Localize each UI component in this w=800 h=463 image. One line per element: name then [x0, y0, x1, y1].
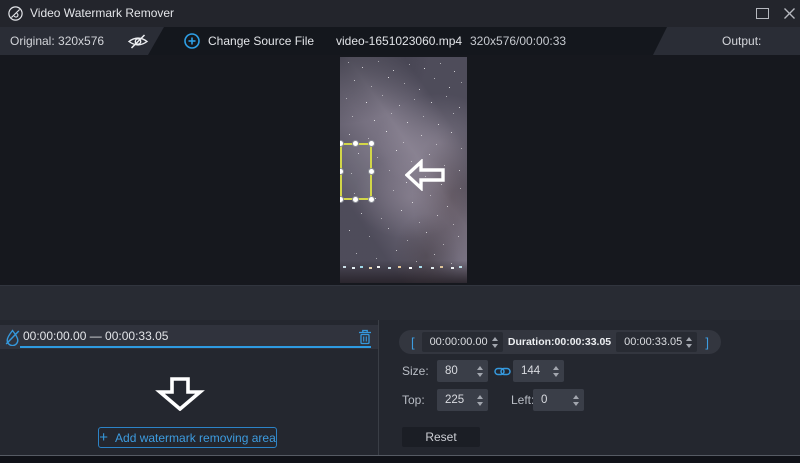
top-spinner[interactable]: 225 [437, 389, 488, 411]
duration-label: Duration:00:00:33.05 [508, 336, 611, 348]
selection-handle-top-left[interactable] [340, 140, 344, 147]
transport-bar: ▷ □ [▷] [□] 00:00:01.16/00:00:33.05 [0, 285, 800, 320]
watermark-selection-box[interactable] [340, 143, 372, 200]
reset-button[interactable]: Reset [402, 427, 480, 447]
height-value: 144 [513, 365, 540, 377]
end-time-decrement[interactable] [686, 344, 692, 348]
plus-circle-icon [184, 33, 200, 49]
left-spinner[interactable]: 0 [533, 389, 584, 411]
width-increment[interactable] [477, 366, 483, 370]
app-logo-icon [8, 6, 23, 21]
watermark-row-underline [20, 346, 371, 348]
top-value: 225 [437, 394, 464, 406]
add-watermark-area-label: Add watermark removing area [115, 431, 276, 445]
close-icon[interactable] [783, 7, 796, 20]
selection-handle-bottom-left[interactable] [340, 196, 344, 203]
delete-icon[interactable] [358, 329, 372, 345]
original-resolution-label: Original: 320x576 [10, 27, 104, 55]
change-source-file-label: Change Source File [208, 34, 314, 48]
bracket-close-button[interactable]: ] [703, 335, 711, 350]
add-watermark-area-button[interactable]: + Add watermark removing area [98, 427, 277, 448]
left-value: 0 [533, 394, 547, 406]
maximize-icon[interactable] [756, 8, 769, 19]
left-arrow-annotation [405, 159, 445, 191]
bracket-open-button[interactable]: [ [409, 335, 417, 350]
plus-icon: + [99, 430, 108, 445]
width-decrement[interactable] [477, 373, 483, 377]
selection-handle-top-middle[interactable] [352, 140, 359, 147]
end-time-spinner[interactable]: 00:00:33.05 [616, 332, 697, 352]
video-filename: video-1651023060.mp4 [336, 27, 462, 55]
end-time-increment[interactable] [686, 337, 692, 341]
titlebar: Video Watermark Remover [0, 0, 800, 27]
selection-handle-bottom-middle[interactable] [352, 196, 359, 203]
start-time-decrement[interactable] [492, 344, 498, 348]
video-watermark-remover-window: Video Watermark Remover Original: 320x57… [0, 0, 800, 463]
eye-off-icon[interactable] [127, 34, 149, 49]
window-bottom-edge [0, 455, 800, 463]
down-arrow-annotation [155, 377, 205, 411]
width-spinner[interactable]: 80 [437, 360, 488, 382]
selection-handle-middle-left[interactable] [340, 168, 344, 175]
left-label: Left: [511, 389, 534, 411]
height-decrement[interactable] [553, 373, 559, 377]
start-time-increment[interactable] [492, 337, 498, 341]
window-title: Video Watermark Remover [30, 0, 174, 27]
source-bar: Original: 320x576 Change Source File vid… [0, 27, 800, 55]
start-time-value: 00:00:00.00 [422, 336, 488, 348]
width-value: 80 [437, 365, 458, 377]
height-increment[interactable] [553, 366, 559, 370]
change-source-file-button[interactable]: Change Source File [184, 27, 314, 55]
start-time-spinner[interactable]: 00:00:00.00 [422, 332, 503, 352]
starfield [340, 57, 341, 58]
bottom-panels: 00:00:00.00 — 00:00:33.05 + Add watermar… [0, 320, 800, 455]
end-time-value: 00:00:33.05 [616, 336, 682, 348]
selection-handle-top-right[interactable] [368, 140, 375, 147]
video-frame [340, 57, 467, 283]
horizon-lights [343, 266, 346, 268]
height-spinner[interactable]: 144 [513, 360, 564, 382]
time-range-group: [ 00:00:00.00 Duration:00:00:33.05 00:00… [399, 330, 721, 354]
top-label: Top: [402, 389, 425, 411]
selection-handle-middle-right[interactable] [368, 168, 375, 175]
watermark-time-range: 00:00:00.00 — 00:00:33.05 [23, 325, 168, 348]
link-aspect-icon[interactable] [494, 366, 511, 377]
left-increment[interactable] [573, 395, 579, 399]
selection-handle-bottom-right[interactable] [368, 196, 375, 203]
size-label: Size: [402, 360, 429, 382]
top-increment[interactable] [477, 395, 483, 399]
preview-stage [0, 55, 800, 285]
panel-divider [378, 320, 379, 455]
watermark-remover-icon [5, 329, 20, 346]
top-decrement[interactable] [477, 402, 483, 406]
video-resolution-duration: 320x576/00:00:33 [470, 27, 566, 55]
left-decrement[interactable] [573, 402, 579, 406]
